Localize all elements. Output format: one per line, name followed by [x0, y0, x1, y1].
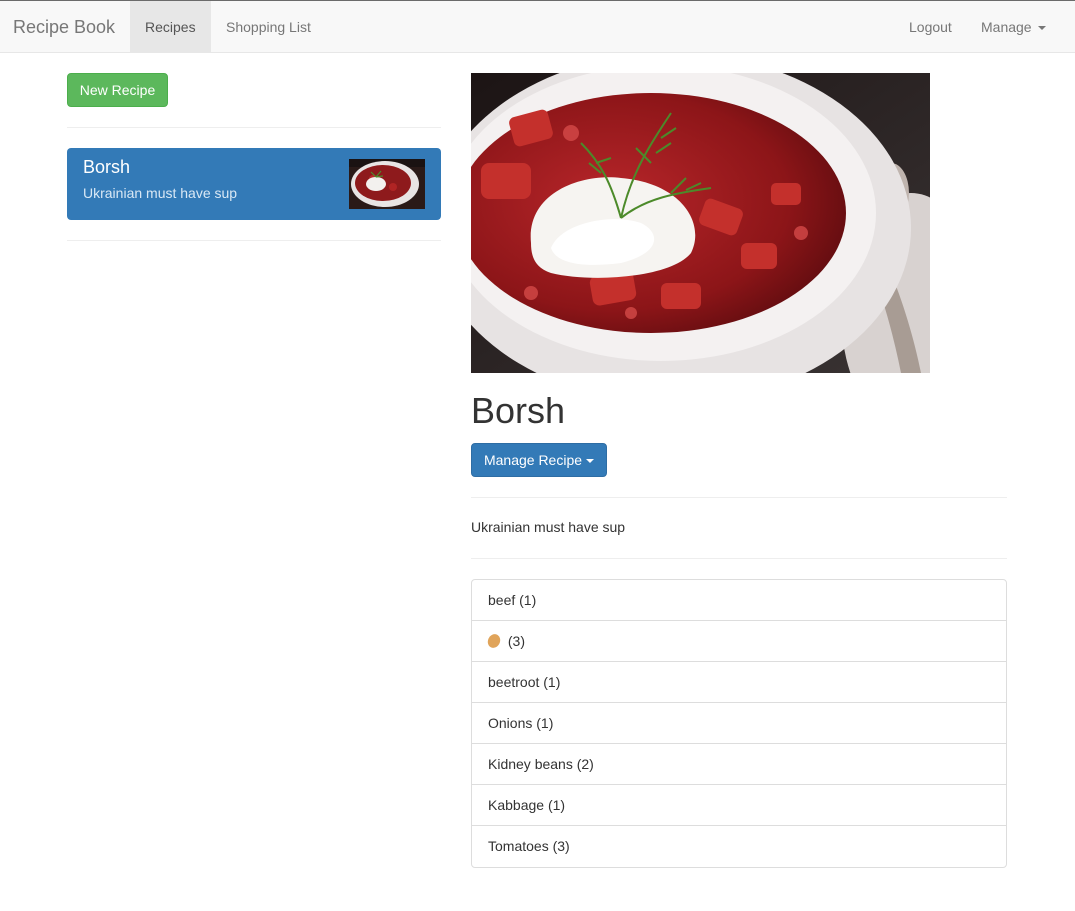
- manage-dropdown[interactable]: Manage: [966, 1, 1061, 53]
- recipe-item-description: Ukrainian must have sup: [83, 185, 238, 201]
- nav-tab-shopping-list[interactable]: Shopping List: [211, 1, 326, 53]
- recipe-list-item[interactable]: Borsh Ukrainian must have sup: [67, 148, 441, 220]
- navbar-brand[interactable]: Recipe Book: [13, 1, 115, 53]
- caret-down-icon: [1037, 26, 1046, 31]
- caret-down-icon: [586, 459, 595, 464]
- manage-recipe-label: Manage Recipe: [483, 452, 583, 468]
- recipe-item-name: Borsh: [83, 157, 131, 177]
- divider: [471, 497, 1007, 498]
- divider: [67, 127, 441, 128]
- ingredient-item[interactable]: (3): [472, 621, 1006, 662]
- divider: [67, 240, 441, 241]
- ingredient-list: beef (1) (3) beetroot (1) Onions (1) Kid…: [471, 579, 1007, 868]
- ingredient-item[interactable]: beetroot (1): [472, 662, 1006, 703]
- recipe-thumbnail: [349, 159, 425, 209]
- ingredient-item[interactable]: Kidney beans (2): [472, 744, 1006, 785]
- divider: [471, 558, 1007, 559]
- recipe-description: Ukrainian must have sup: [471, 519, 626, 535]
- logout-link[interactable]: Logout: [894, 1, 967, 53]
- ingredient-label: (3): [507, 633, 526, 649]
- ingredient-label: Onions (1): [488, 715, 554, 731]
- ingredient-item[interactable]: beef (1): [472, 580, 1006, 621]
- recipe-title: Borsh: [471, 390, 566, 431]
- ingredient-label: Kidney beans (2): [488, 756, 594, 772]
- navbar: Recipe Book Recipes Shopping List Logout…: [0, 0, 1075, 53]
- manage-dropdown-label: Manage: [981, 19, 1032, 35]
- recipe-image: [471, 73, 930, 373]
- ingredient-label: beetroot (1): [488, 674, 561, 690]
- nav-tab-recipes[interactable]: Recipes: [130, 1, 211, 53]
- ingredient-label: Tomatoes (3): [488, 838, 570, 854]
- potato-icon: [485, 632, 503, 650]
- ingredient-label: Kabbage (1): [488, 797, 566, 813]
- new-recipe-button[interactable]: New Recipe: [67, 73, 168, 107]
- ingredient-item[interactable]: Kabbage (1): [472, 785, 1006, 826]
- ingredient-item[interactable]: Onions (1): [472, 703, 1006, 744]
- ingredient-item[interactable]: Tomatoes (3): [472, 826, 1006, 867]
- manage-recipe-button[interactable]: Manage Recipe: [471, 443, 607, 477]
- ingredient-label: beef (1): [488, 592, 537, 608]
